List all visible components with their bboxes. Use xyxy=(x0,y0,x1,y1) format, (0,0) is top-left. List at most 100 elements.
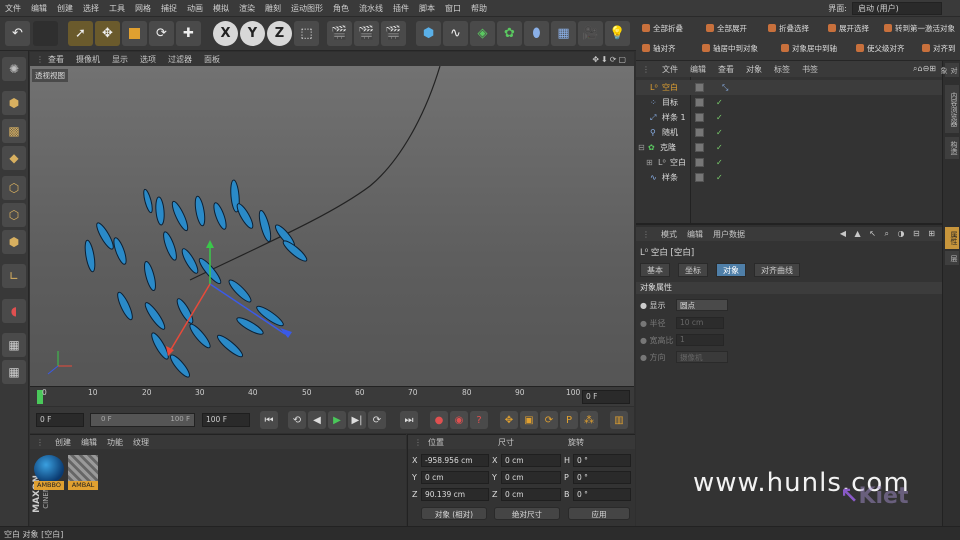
make-editable-icon[interactable]: ✺ xyxy=(2,57,26,81)
axis-z-button[interactable]: Z xyxy=(267,21,292,46)
enabled-check-icon[interactable]: ✓ xyxy=(716,128,723,137)
floor-icon[interactable]: ▦ xyxy=(551,21,576,46)
object-menu-file[interactable]: 文件 xyxy=(656,64,684,75)
perspective-viewport[interactable]: 透视视图 xyxy=(30,66,634,386)
object-menu-edit[interactable]: 编辑 xyxy=(684,64,712,75)
apply-button[interactable]: 应用 xyxy=(568,507,630,520)
axis-center-object-button[interactable]: 轴居中到对象 xyxy=(700,41,760,55)
attribute-menu-userdata[interactable]: 用户数据 xyxy=(708,229,750,240)
radius-field[interactable]: 10 cm xyxy=(676,317,724,329)
goto-first-active-button[interactable]: 转到第一激活对象 xyxy=(882,21,957,35)
timeline-ruler[interactable]: 0 10 20 30 40 50 60 70 80 90 100 0 F xyxy=(30,386,634,406)
expand-all-button[interactable]: 全部展开 xyxy=(704,21,749,35)
attribute-menu-mode[interactable]: 模式 xyxy=(656,229,682,240)
menu-select[interactable]: 选择 xyxy=(78,3,104,14)
display-select[interactable]: 圆点 xyxy=(676,299,728,311)
axis-y-button[interactable]: Y xyxy=(240,21,265,46)
render-settings-icon[interactable]: 🎬 xyxy=(381,21,406,46)
size-x-field[interactable]: 0 cm xyxy=(501,454,561,467)
object-name[interactable]: 空白 xyxy=(670,157,686,168)
timeline-window-icon[interactable]: ▥ xyxy=(610,411,628,429)
polygons-mode-icon[interactable]: ⬢ xyxy=(2,230,26,254)
pos-y-field[interactable]: 0 cm xyxy=(421,471,489,484)
menu-character[interactable]: 角色 xyxy=(328,3,354,14)
viewport-menu-panel[interactable]: 面板 xyxy=(198,54,226,65)
enabled-check-icon[interactable]: ✓ xyxy=(716,113,723,122)
workplane-icon[interactable]: ◆ xyxy=(2,146,26,170)
viewport-menu-filter[interactable]: 过滤器 xyxy=(162,54,198,65)
search-icon[interactable]: ⌕⌂⊖⊞ xyxy=(907,64,942,74)
select-tool-icon[interactable]: ➚ xyxy=(68,21,93,46)
deformer-icon[interactable]: ⬮ xyxy=(524,21,549,46)
key-rotation-icon[interactable]: ⟳ xyxy=(540,411,558,429)
render-view-icon[interactable]: 🎬 xyxy=(327,21,352,46)
viewport-menu-camera[interactable]: 摄像机 xyxy=(70,54,106,65)
align-spline-tag-icon[interactable]: ⤡ xyxy=(722,83,728,93)
attribute-nav-icons[interactable]: ◀ ▲ ↖ ⌕ ◑ ⊟ ⊞ xyxy=(836,229,942,239)
key-pla-icon[interactable]: ⁂ xyxy=(580,411,598,429)
object-row[interactable]: ⤢ 样条 1 ✓ xyxy=(636,110,942,125)
enabled-check-icon[interactable]: ✓ xyxy=(716,158,723,167)
layout-select[interactable]: 启动 (用户) xyxy=(852,1,942,15)
size-mode-select[interactable]: 绝对尺寸 xyxy=(494,507,560,520)
enabled-check-icon[interactable]: ✓ xyxy=(716,143,723,152)
key-position-icon[interactable]: ✥ xyxy=(500,411,518,429)
visibility-toggle[interactable] xyxy=(695,128,704,137)
object-name[interactable]: 空白 xyxy=(662,82,678,93)
aspect-ratio-field[interactable]: 1 xyxy=(676,334,724,346)
pos-x-field[interactable]: -958.956 cm xyxy=(421,454,489,467)
tab-align-to-spline[interactable]: 对齐曲线 xyxy=(754,263,800,277)
axis-mode-icon[interactable]: ∟ xyxy=(2,264,26,288)
menu-file[interactable]: 文件 xyxy=(0,3,26,14)
orientation-select[interactable]: 摄像机 xyxy=(676,351,728,363)
grid-icon[interactable]: ▦ xyxy=(2,360,26,384)
play-icon[interactable]: ▶ xyxy=(328,411,346,429)
viewport-navigation-icons[interactable]: ✥⬇⟳▢ xyxy=(586,55,634,64)
prev-frame-icon[interactable]: ◀ xyxy=(308,411,326,429)
visibility-toggle[interactable] xyxy=(695,143,704,152)
points-mode-icon[interactable]: ⬡ xyxy=(2,176,26,200)
spline-pen-icon[interactable]: ∿ xyxy=(443,21,468,46)
object-row[interactable]: ⊟ ✿ 克隆 ✓ xyxy=(636,140,942,155)
menu-plugins[interactable]: 插件 xyxy=(388,3,414,14)
subdivision-icon[interactable]: ◈ xyxy=(470,21,495,46)
key-param-icon[interactable]: P xyxy=(560,411,578,429)
object-name[interactable]: 样条 1 xyxy=(662,112,686,123)
object-center-axis-button[interactable]: 对象居中到轴 xyxy=(779,41,839,55)
visibility-toggle[interactable] xyxy=(695,158,704,167)
object-row[interactable]: ⚲ 随机 ✓ xyxy=(636,125,942,140)
collapse-all-button[interactable]: 全部折叠 xyxy=(640,21,685,35)
menu-animate[interactable]: 动画 xyxy=(182,3,208,14)
material-ambal[interactable]: AMBAL xyxy=(68,455,98,490)
scale-tool-icon[interactable] xyxy=(122,21,147,46)
redo-icon[interactable] xyxy=(33,21,58,46)
viewport-menu-view[interactable]: 查看 xyxy=(42,54,70,65)
model-mode-icon[interactable]: ⬢ xyxy=(2,91,26,115)
menu-mesh[interactable]: 网格 xyxy=(130,3,156,14)
axis-align-button[interactable]: 轴对齐 xyxy=(640,41,678,55)
rot-p-field[interactable]: 0 ° xyxy=(573,471,631,484)
side-tab-content-browser[interactable]: 内容浏览器 xyxy=(945,85,959,133)
prev-key-icon[interactable]: ⟲ xyxy=(288,411,306,429)
add-tool-icon[interactable]: ✚ xyxy=(176,21,201,46)
enabled-check-icon[interactable]: ✓ xyxy=(716,98,723,107)
material-menu-edit[interactable]: 编辑 xyxy=(76,437,102,448)
keyframe-selection-icon[interactable]: ? xyxy=(470,411,488,429)
tab-object[interactable]: 对象 xyxy=(716,263,746,277)
move-tool-icon[interactable]: ✥ xyxy=(95,21,120,46)
visibility-toggle[interactable] xyxy=(695,113,704,122)
next-key-icon[interactable]: ⟳ xyxy=(368,411,386,429)
tab-basic[interactable]: 基本 xyxy=(640,263,670,277)
coordinate-system-icon[interactable]: ⬚ xyxy=(294,21,319,46)
goto-end-icon[interactable]: ⏭ xyxy=(400,411,418,429)
workplane-lock-icon[interactable]: ▦ xyxy=(2,333,26,357)
expand-minus-icon[interactable]: ⊟ xyxy=(638,143,645,152)
menu-render[interactable]: 渲染 xyxy=(234,3,260,14)
enabled-check-icon[interactable]: ✓ xyxy=(716,173,723,182)
menu-create[interactable]: 创建 xyxy=(52,3,78,14)
render-picture-viewer-icon[interactable]: 🎬 xyxy=(354,21,379,46)
menu-tools[interactable]: 工具 xyxy=(104,3,130,14)
rot-h-field[interactable]: 0 ° xyxy=(573,454,631,467)
rotate-tool-icon[interactable]: ⟳ xyxy=(149,21,174,46)
object-name[interactable]: 目标 xyxy=(662,97,678,108)
